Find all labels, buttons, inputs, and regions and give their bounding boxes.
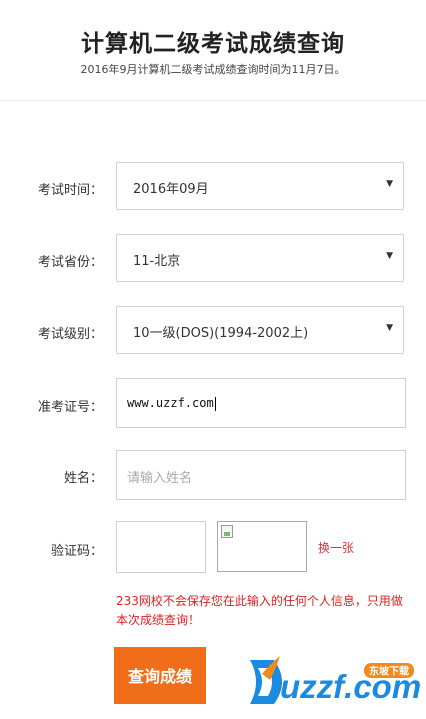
ticket-label: 准考证号： [37, 400, 103, 415]
name-input[interactable]: 请输入姓名 [116, 450, 406, 500]
ticket-number-input[interactable]: www.uzzf.com [116, 378, 406, 428]
privacy-notice: 233网校不会保存您在此输入的任何个人信息，只用做本次成绩查询！ [116, 594, 403, 627]
exam-time-label: 考试时间： [37, 183, 103, 198]
exam-time-select[interactable]: 2016年09月 ▼ [116, 162, 404, 210]
page-header: 计算机二级考试成绩查询 2016年9月计算机二级考试成绩查询时间为11月7日。 [0, 0, 426, 101]
refresh-captcha-link[interactable]: 换一张 [318, 539, 354, 556]
exam-time-value: 2016年09月 [133, 182, 209, 197]
ticket-number-value: www.uzzf.com [127, 396, 214, 410]
level-select[interactable]: 10一级(DOS)(1994-2002上) ▼ [116, 306, 404, 354]
chevron-down-icon: ▼ [386, 323, 393, 333]
page-subtitle: 2016年9月计算机二级考试成绩查询时间为11月7日。 [80, 63, 346, 76]
chevron-down-icon: ▼ [386, 251, 393, 261]
level-label: 考试级别： [37, 327, 103, 342]
captcha-label: 验证码： [50, 544, 103, 559]
text-caret [214, 396, 216, 411]
query-score-button[interactable]: 查询成绩 [114, 647, 206, 704]
province-value: 11-北京 [133, 254, 181, 269]
level-value: 10一级(DOS)(1994-2002上) [133, 326, 309, 341]
uzzf-logo: uzzf.com 东坡下载 [250, 656, 420, 705]
province-label: 考试省份： [37, 255, 103, 270]
broken-image-icon [221, 525, 233, 538]
chevron-down-icon: ▼ [386, 179, 393, 189]
logo-mark [250, 656, 282, 704]
captcha-input[interactable] [116, 521, 206, 573]
name-label: 姓名： [63, 471, 103, 486]
logo-tag-text: 东坡下载 [369, 665, 409, 678]
province-select[interactable]: 11-北京 ▼ [116, 234, 404, 282]
name-placeholder: 请输入姓名 [127, 471, 193, 486]
captcha-image[interactable] [217, 521, 307, 572]
page-title: 计算机二级考试成绩查询 [81, 31, 345, 57]
